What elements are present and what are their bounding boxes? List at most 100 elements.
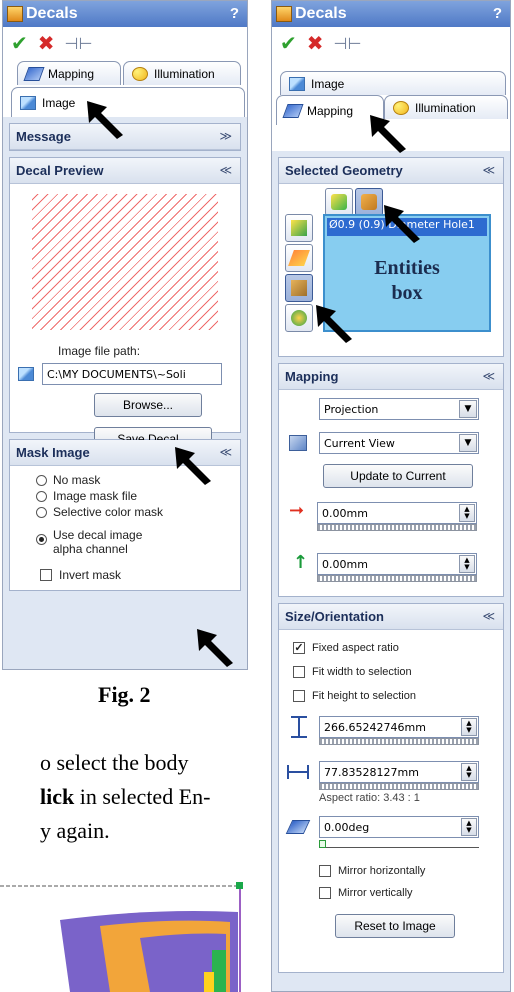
chevron-up-icon[interactable]: ≪ bbox=[482, 609, 495, 623]
chevron-down-icon[interactable]: ≫ bbox=[219, 129, 232, 143]
filter-components-button[interactable] bbox=[285, 304, 313, 332]
radio-button[interactable] bbox=[36, 490, 47, 502]
pushpin-icon[interactable]: ⊣⊢ bbox=[334, 34, 362, 53]
rotation-slider[interactable] bbox=[319, 838, 479, 848]
radio-button[interactable] bbox=[36, 534, 47, 545]
horizontal-offset-arrow-icon: ➞ bbox=[289, 500, 305, 521]
selected-entity[interactable]: Ø0.9 (0.9) Diameter Hole1 bbox=[327, 218, 487, 236]
radio-button[interactable] bbox=[36, 474, 47, 486]
ok-check-icon[interactable]: ✔ bbox=[11, 31, 28, 55]
selected-geometry-header[interactable]: Selected Geometry ≪ bbox=[279, 158, 503, 184]
dropdown-arrow-icon[interactable]: ▼ bbox=[459, 434, 477, 452]
help-button[interactable]: ? bbox=[230, 5, 239, 22]
radio-label: No mask bbox=[53, 473, 101, 487]
browse-button[interactable]: Browse... bbox=[94, 393, 202, 417]
horizontal-offset-field[interactable]: 0.00mm ▲ ▼ bbox=[317, 502, 477, 524]
image-path-label: Image file path: bbox=[58, 344, 141, 358]
spin-buttons-icon[interactable]: ▲ ▼ bbox=[461, 718, 477, 736]
spin-buttons-icon[interactable]: ▲ ▼ bbox=[459, 555, 475, 573]
mirror-horizontally-checkbox[interactable]: Mirror horizontally bbox=[319, 860, 503, 882]
select-value: Current View bbox=[324, 436, 395, 450]
filter-surfaces-button[interactable] bbox=[285, 244, 313, 272]
cad-drawing-fragment bbox=[0, 882, 243, 992]
surface-icon bbox=[288, 250, 310, 266]
select-body-filter-button[interactable] bbox=[325, 188, 353, 216]
message-header[interactable]: Message ≫ bbox=[10, 124, 240, 150]
section-title: Message bbox=[16, 129, 71, 144]
chevron-up-icon[interactable]: ≪ bbox=[482, 163, 495, 177]
panel-body: Message ≫ Decal Preview ≪ Image file pat… bbox=[3, 117, 247, 669]
chevron-up-icon[interactable]: ≪ bbox=[219, 163, 232, 177]
horizontal-offset-slider[interactable] bbox=[317, 524, 477, 531]
decal-width-field[interactable]: 77.83528127mm ▲ ▼ bbox=[319, 761, 479, 783]
panel-title: Decals bbox=[26, 5, 78, 22]
tab-mapping[interactable]: Mapping bbox=[17, 61, 121, 85]
chevron-up-icon[interactable]: ≪ bbox=[219, 445, 232, 459]
pushpin-icon[interactable]: ⊣⊢ bbox=[65, 34, 93, 53]
cancel-x-icon[interactable]: ✖ bbox=[307, 31, 324, 55]
fit-height-checkbox[interactable]: Fit height to selection bbox=[293, 684, 503, 708]
tab-mapping[interactable]: Mapping bbox=[276, 95, 384, 125]
spin-buttons-icon[interactable]: ▲ ▼ bbox=[461, 763, 477, 781]
rotation-field[interactable]: 0.00deg ▲ ▼ bbox=[319, 816, 479, 838]
fixed-aspect-ratio-checkbox[interactable]: ✓ Fixed aspect ratio bbox=[293, 636, 503, 660]
section-title: Selected Geometry bbox=[285, 163, 403, 178]
radio-no-mask[interactable]: No mask bbox=[36, 472, 240, 488]
dropdown-arrow-icon[interactable]: ▼ bbox=[459, 400, 477, 418]
checkbox[interactable] bbox=[293, 690, 305, 702]
title-bar: Decals ? bbox=[3, 1, 247, 27]
reset-to-image-button[interactable]: Reset to Image bbox=[335, 914, 455, 938]
decal-preview-header[interactable]: Decal Preview ≪ bbox=[10, 158, 240, 184]
filter-features-button[interactable] bbox=[285, 274, 313, 302]
entities-box[interactable]: Ø0.9 (0.9) Diameter Hole1 Entities box bbox=[323, 214, 491, 332]
tab-illumination[interactable]: Illumination bbox=[384, 95, 508, 119]
aspect-ratio-text: Aspect ratio: 3.43 : 1 bbox=[319, 792, 420, 804]
invert-mask-checkbox[interactable]: Invert mask bbox=[40, 568, 240, 582]
radio-selective-color-mask[interactable]: Selective color mask bbox=[36, 504, 240, 520]
decal-height-field[interactable]: 266.65242746mm ▲ ▼ bbox=[319, 716, 479, 738]
vertical-offset-slider[interactable] bbox=[317, 575, 477, 582]
mask-image-header[interactable]: Mask Image ≪ bbox=[10, 440, 240, 466]
faces-icon bbox=[291, 220, 307, 236]
section-title: Mapping bbox=[285, 369, 339, 384]
width-icon bbox=[287, 765, 309, 779]
radio-use-alpha-channel[interactable]: Use decal image alpha channel bbox=[36, 528, 240, 556]
height-slider[interactable] bbox=[319, 738, 479, 745]
checkbox[interactable] bbox=[293, 666, 305, 678]
checkbox[interactable] bbox=[40, 569, 52, 581]
checkbox-checked[interactable]: ✓ bbox=[293, 642, 305, 654]
update-to-current-button[interactable]: Update to Current bbox=[323, 464, 473, 488]
tab-image[interactable]: Image bbox=[11, 87, 245, 117]
ok-check-icon[interactable]: ✔ bbox=[280, 31, 297, 55]
filter-faces-button[interactable] bbox=[285, 214, 313, 242]
spin-buttons-icon[interactable]: ▲ ▼ bbox=[461, 818, 477, 836]
checkbox[interactable] bbox=[319, 887, 331, 899]
vertical-offset-field[interactable]: 0.00mm ▲ ▼ bbox=[317, 553, 477, 575]
mirror-vertically-checkbox[interactable]: Mirror vertically bbox=[319, 882, 503, 904]
fit-width-checkbox[interactable]: Fit width to selection bbox=[293, 660, 503, 684]
view-direction-select[interactable]: Current View ▼ bbox=[319, 432, 479, 454]
section-title: Size/Orientation bbox=[285, 609, 384, 624]
cancel-x-icon[interactable]: ✖ bbox=[38, 31, 55, 55]
image-path-field[interactable]: C:\MY DOCUMENTS\~Soli bbox=[42, 363, 222, 385]
radio-button[interactable] bbox=[36, 506, 47, 518]
spin-buttons-icon[interactable]: ▲ ▼ bbox=[459, 504, 475, 522]
body-filter-icon bbox=[331, 194, 347, 210]
body-text-line-3: y again. bbox=[40, 818, 110, 843]
tab-label: Mapping bbox=[48, 66, 95, 81]
decals-panel-right: Decals ? ✔ ✖ ⊣⊢ Image Mapping Illuminati… bbox=[271, 0, 511, 992]
mapping-icon bbox=[282, 103, 304, 118]
radio-image-mask-file[interactable]: Image mask file bbox=[36, 488, 240, 504]
tab-illumination[interactable]: Illumination bbox=[123, 61, 241, 85]
width-slider[interactable] bbox=[319, 783, 479, 790]
help-button[interactable]: ? bbox=[493, 5, 502, 22]
slider-thumb[interactable] bbox=[319, 840, 326, 848]
mapping-type-select[interactable]: Projection ▼ bbox=[319, 398, 479, 420]
tab-image[interactable]: Image bbox=[280, 71, 506, 95]
field-value: 0.00mm bbox=[322, 557, 368, 571]
checkbox[interactable] bbox=[319, 865, 331, 877]
chevron-up-icon[interactable]: ≪ bbox=[482, 369, 495, 383]
size-orientation-header[interactable]: Size/Orientation ≪ bbox=[279, 604, 503, 630]
mapping-header[interactable]: Mapping ≪ bbox=[279, 364, 503, 390]
select-face-filter-button[interactable] bbox=[355, 188, 383, 216]
